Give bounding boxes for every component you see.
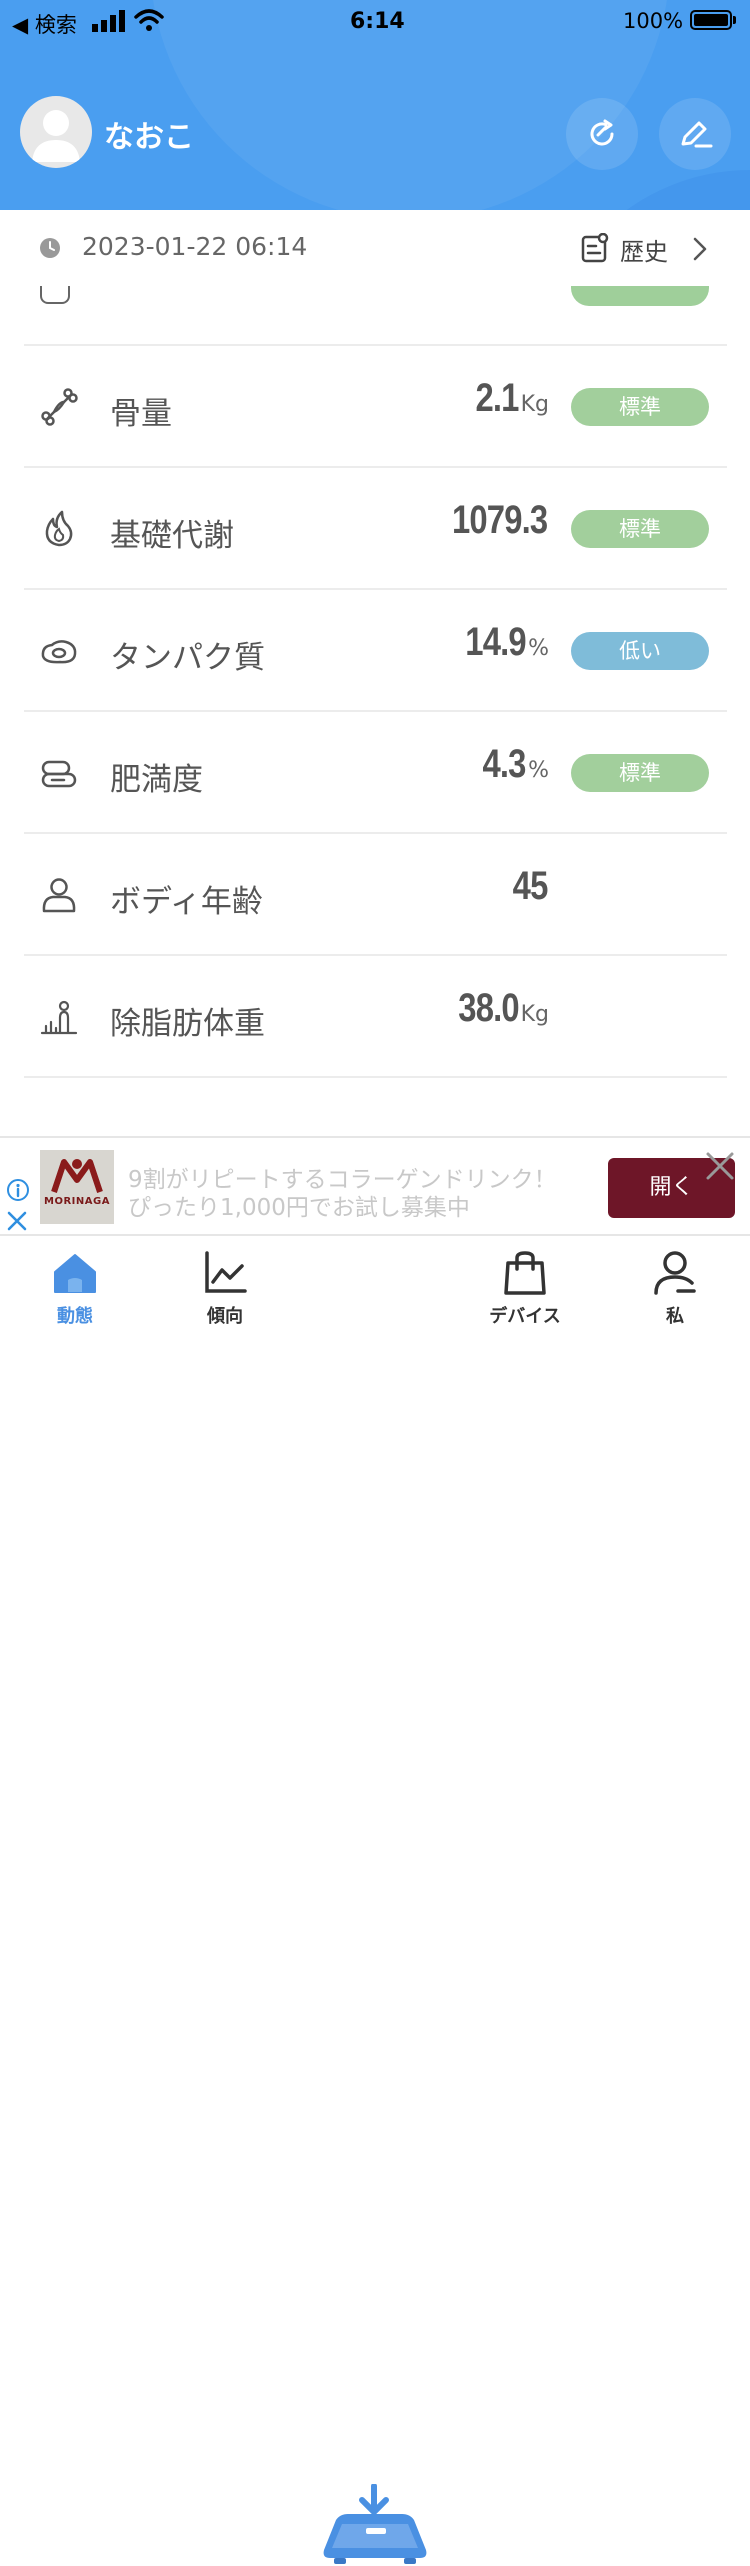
fat-icon (41, 760, 77, 788)
status-badge (571, 286, 709, 306)
metric-unit: % (528, 758, 549, 783)
status-badge: 低い (571, 632, 709, 670)
chart-icon (205, 1251, 247, 1293)
profile-header: ◀ 検索 6:14 100% なおこ (0, 0, 750, 210)
metric-value-group: 14.9% (452, 620, 549, 665)
metric-value-group: 2.1Kg (466, 376, 549, 421)
metric-value: 45 (512, 864, 548, 908)
user-name: なおこ (104, 120, 194, 155)
back-to-search-link[interactable]: ◀ 検索 (12, 9, 77, 39)
measurement-date-bar: 2023-01-22 06:14 歴史 (0, 210, 750, 286)
avatar[interactable] (20, 96, 92, 168)
metric-label: 肥満度 (110, 762, 203, 798)
partial-metric-icon (40, 286, 70, 304)
metric-row-body-age[interactable]: ボディ年齢 45 (24, 834, 727, 956)
metric-label: ボディ年齢 (110, 884, 263, 920)
status-badge: 標準 (571, 388, 709, 426)
metric-value: 14.9 (465, 620, 527, 664)
edit-button[interactable] (659, 98, 731, 170)
metric-label: 基礎代謝 (110, 518, 234, 554)
tab-trend[interactable]: 傾向 (150, 1236, 300, 1334)
refresh-icon (590, 119, 614, 146)
egg-icon (41, 640, 77, 664)
metric-value-group: 38.0Kg (445, 986, 549, 1031)
metric-value: 2.1 (475, 376, 519, 420)
refresh-button[interactable] (566, 98, 638, 170)
status-badge: 標準 (571, 754, 709, 792)
ad-thumbnail[interactable]: MORINAGA (40, 1150, 114, 1224)
tab-label: 動態 (57, 1306, 93, 1327)
bag-icon (504, 1251, 546, 1295)
list-item-partial[interactable] (24, 286, 727, 346)
tab-measure[interactable] (300, 1236, 450, 1334)
person-icon (42, 878, 76, 913)
battery-percent: 100% (623, 9, 684, 33)
tab-me[interactable]: 私 (600, 1236, 750, 1334)
bottom-tab-bar: 動態 傾向 デバイス 私 (0, 1236, 750, 2564)
metric-value: 38.0 (458, 986, 519, 1030)
battery-tip (733, 16, 736, 24)
signal-icon (92, 10, 125, 32)
status-badge: 標準 (571, 510, 709, 548)
morinaga-logo-icon (51, 1159, 103, 1193)
tab-label: デバイス (489, 1306, 561, 1327)
ad-banner[interactable]: MORINAGA 9割がリピートするコラーゲンドリンク！ ぴったり1,000円で… (0, 1136, 750, 1236)
tab-label: 私 (666, 1306, 684, 1327)
metric-label: 骨量 (110, 396, 172, 432)
metric-row-bone-mass[interactable]: 骨量 2.1Kg 標準 (24, 346, 727, 468)
scale-icon[interactable] (322, 2484, 428, 2566)
body-scale-icon (40, 1000, 78, 1035)
ad-subline[interactable]: ぴったり1,000円でお試し募集中 (128, 1188, 470, 1222)
ad-info-icon[interactable] (6, 1178, 30, 1202)
tab-label: 傾向 (207, 1306, 243, 1327)
wifi-icon (134, 9, 164, 31)
metric-row-obesity[interactable]: 肥満度 4.3% 標準 (24, 712, 727, 834)
metrics-list[interactable]: 骨量 2.1Kg 標準 基礎代謝 1079.3 標準 タンパク質 14.9% 低… (0, 286, 750, 1136)
edit-pencil-icon (681, 121, 713, 148)
ad-brand: MORINAGA (44, 1196, 110, 1207)
tab-devices[interactable]: デバイス (450, 1236, 600, 1334)
home-icon (54, 1254, 96, 1293)
clock-time: 6:14 (350, 9, 405, 34)
history-document-icon[interactable] (581, 233, 609, 263)
metric-value: 1079.3 (451, 498, 548, 542)
metric-value: 4.3 (482, 742, 527, 786)
metric-label: タンパク質 (110, 640, 265, 676)
header-decoration (540, 170, 750, 210)
metric-row-protein[interactable]: タンパク質 14.9% 低い (24, 590, 727, 712)
bone-icon (41, 388, 78, 426)
ad-close-icon[interactable] (704, 1150, 736, 1182)
metric-value-group: 4.3% (473, 742, 549, 787)
chevron-right-icon[interactable] (692, 236, 708, 262)
avatar-person-icon (32, 110, 80, 162)
metric-value-group: 1079.3 (431, 498, 549, 543)
metric-unit: % (528, 636, 549, 661)
ad-dismiss-icon[interactable] (6, 1210, 28, 1232)
metric-label: 除脂肪体重 (110, 1006, 265, 1042)
status-bar: ◀ 検索 6:14 100% (0, 6, 750, 39)
battery-icon (690, 10, 732, 30)
metric-value-group: 45 (505, 864, 550, 909)
metric-unit: Kg (520, 392, 549, 417)
metric-row-basal-metabolism[interactable]: 基礎代謝 1079.3 標準 (24, 468, 727, 590)
clock-icon (40, 238, 60, 258)
metric-row-lean-body-mass[interactable]: 除脂肪体重 38.0Kg (24, 956, 727, 1078)
history-link[interactable]: 歴史 (620, 232, 668, 267)
measurement-datetime: 2023-01-22 06:14 (82, 232, 308, 261)
user-icon (654, 1251, 696, 1295)
metric-unit: Kg (520, 1002, 549, 1027)
tab-dynamics[interactable]: 動態 (0, 1236, 150, 1334)
flame-icon (45, 510, 73, 547)
